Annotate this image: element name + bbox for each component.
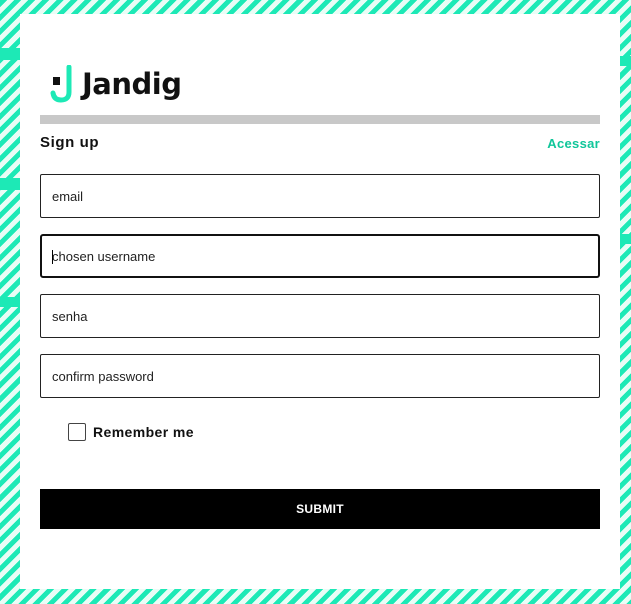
submit-button[interactable]: SUBMIT <box>40 489 600 529</box>
decor-stripe <box>0 48 20 60</box>
confirm-password-field[interactable] <box>40 354 600 398</box>
decor-stripe <box>0 178 20 190</box>
signup-card: Jandig Sign up Acessar Remember me SUBMI… <box>20 14 620 589</box>
brand-name: Jandig <box>82 67 182 101</box>
username-field[interactable] <box>40 234 600 278</box>
decor-stripe <box>620 56 631 66</box>
remember-me-row[interactable]: Remember me <box>68 423 194 441</box>
remember-me-checkbox[interactable] <box>68 423 86 441</box>
email-field[interactable] <box>40 174 600 218</box>
jandig-logo-icon <box>50 65 72 103</box>
decor-stripe <box>0 297 20 307</box>
login-link[interactable]: Acessar <box>547 136 600 151</box>
text-cursor <box>52 250 53 264</box>
brand-logo: Jandig <box>50 64 182 104</box>
header-divider <box>40 115 600 124</box>
page-title: Sign up <box>40 134 100 151</box>
decor-stripe <box>620 234 631 244</box>
password-field[interactable] <box>40 294 600 338</box>
remember-me-label: Remember me <box>93 424 194 440</box>
